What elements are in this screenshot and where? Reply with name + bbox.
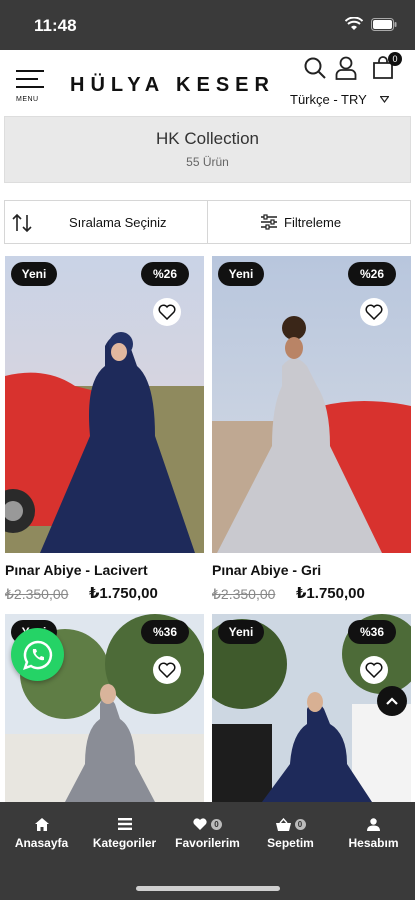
home-indicator-area [0,864,415,900]
account-icon[interactable] [335,56,357,80]
sort-button[interactable]: Sıralama Seçiniz [5,201,207,243]
home-icon [34,817,49,831]
nav-label: Kategoriler [92,836,157,850]
menu-label: MENU [16,96,39,103]
new-badge: Yeni [218,262,264,286]
sort-arrows-icon [12,213,32,233]
cart-count-badge: 0 [388,52,402,66]
nav-item-categories[interactable]: Kategoriler [83,802,166,864]
nav-label: Favorilerim [175,836,240,850]
product-name[interactable]: Pınar Abiye - Lacivert [5,562,148,578]
chevron-up-icon [386,697,398,705]
basket-icon [275,817,291,831]
collection-header: HK Collection 55 Ürün [4,116,411,183]
favorite-button[interactable] [360,656,388,684]
new-badge: Yeni [218,620,264,644]
filter-sliders-icon [261,214,277,230]
language-currency-selector[interactable]: Türkçe - TRY [290,92,367,107]
heart-icon [365,662,383,678]
menu-button[interactable]: MENU [16,68,48,104]
menu-bar-icon [16,70,44,72]
sale-price: ₺1.750,00 [89,585,158,602]
new-badge: Yeni [11,262,57,286]
product-card[interactable]: Yeni %26 Pınar Abiye - Lacivert ₺2.350,0… [5,256,204,606]
nav-label: Hesabım [348,836,399,850]
bottom-navigation: Anasayfa Kategoriler 0 Favorilerim 0 Sep… [0,802,415,864]
product-count: 55 Ürün [186,155,229,169]
home-indicator[interactable] [136,886,280,891]
filter-button[interactable]: Filtreleme [207,201,410,243]
brand-logo[interactable]: HÜLYA KESER [70,74,275,97]
menu-bar-icon [16,86,44,88]
product-name[interactable]: Pınar Abiye - Gri [212,562,321,578]
old-price: ₺2.350,00 [212,586,276,602]
sort-label: Sıralama Seçiniz [69,215,167,230]
favorites-count-badge: 0 [211,818,222,830]
wifi-icon [345,17,363,30]
whatsapp-icon [22,640,52,670]
status-time: 11:48 [34,16,77,35]
discount-badge: %36 [348,620,396,644]
sale-price: ₺1.750,00 [296,585,365,602]
nav-item-favorites[interactable]: 0 Favorilerim [166,802,249,864]
collection-title: HK Collection [156,129,259,148]
old-price: ₺2.350,00 [5,586,69,602]
nav-label: Sepetim [267,836,314,850]
scroll-to-top-button[interactable] [377,686,407,716]
basket-count-badge: 0 [294,818,306,830]
status-icons [345,17,397,31]
favorite-button[interactable] [153,298,181,326]
nav-item-account[interactable]: Hesabım [332,802,415,864]
nav-label: Anasayfa [14,836,69,850]
filter-label: Filtreleme [284,215,342,230]
whatsapp-button[interactable] [11,628,64,681]
menu-bar-icon [16,78,38,80]
discount-badge: %36 [141,620,189,644]
favorite-button[interactable] [360,298,388,326]
battery-icon [371,17,397,31]
search-icon[interactable] [303,56,327,80]
discount-badge: %26 [141,262,189,286]
product-card[interactable]: Yeni %26 Pınar Abiye - Gri ₺2.350,00 ₺1.… [212,256,411,606]
sort-filter-toolbar: Sıralama Seçiniz Filtreleme [4,200,411,244]
discount-badge: %26 [348,262,396,286]
heart-icon [158,304,176,320]
list-icon [117,818,132,830]
status-bar: 11:48 [0,0,415,50]
caret-down-icon[interactable] [380,96,389,103]
heart-icon [193,818,207,830]
nav-item-basket[interactable]: 0 Sepetim [249,802,332,864]
nav-item-home[interactable]: Anasayfa [0,802,83,864]
heart-icon [365,304,383,320]
heart-icon [158,662,176,678]
user-icon [367,817,380,831]
favorite-button[interactable] [153,656,181,684]
